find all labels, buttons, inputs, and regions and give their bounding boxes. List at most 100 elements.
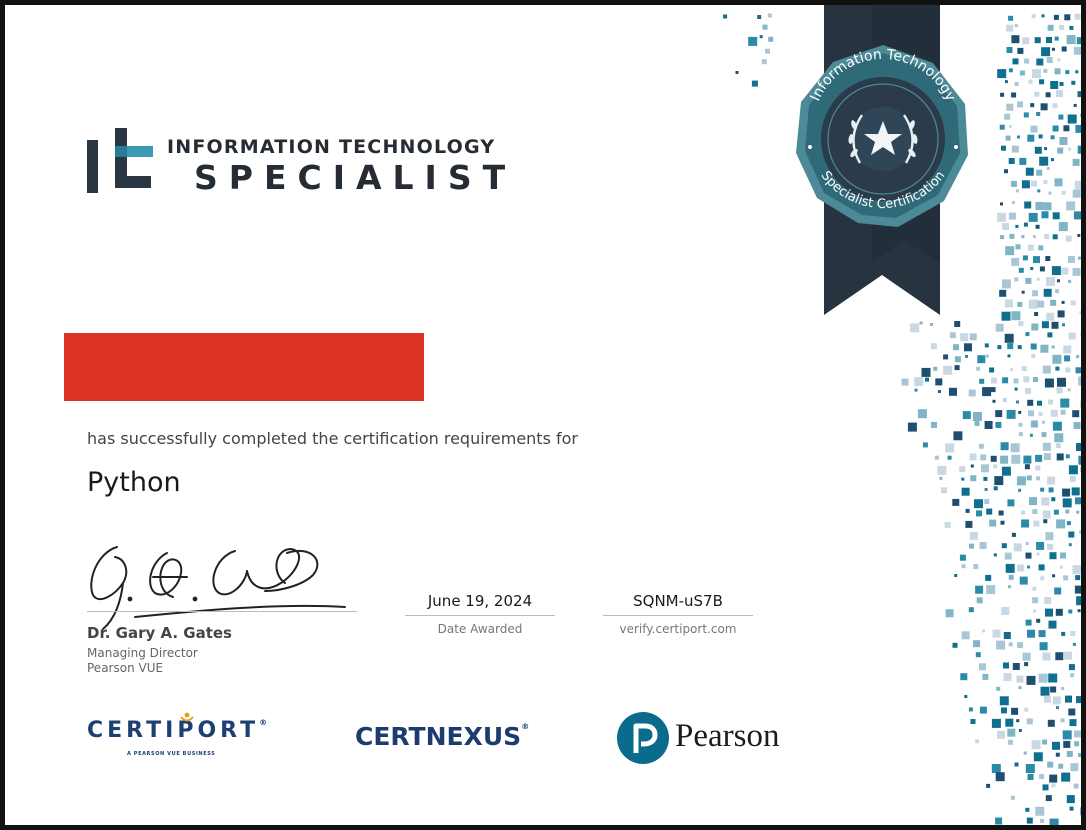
pattern-square: [925, 377, 929, 382]
pattern-square: [1014, 762, 1019, 767]
pattern-square: [1014, 277, 1019, 282]
pattern-square: [1069, 475, 1076, 482]
pattern-square: [1023, 112, 1029, 118]
pattern-square: [1046, 312, 1055, 321]
pattern-square: [1077, 145, 1081, 154]
pattern-square: [1052, 354, 1062, 364]
pattern-square: [1059, 24, 1065, 30]
pattern-square: [1015, 189, 1019, 193]
signature-line: [87, 611, 357, 612]
pattern-square: [1079, 311, 1081, 315]
pattern-square: [1043, 453, 1051, 461]
pattern-square: [1062, 730, 1072, 740]
pattern-square: [979, 663, 986, 671]
pattern-square: [1076, 355, 1080, 359]
pattern-square: [1037, 400, 1042, 406]
pattern-square: [1040, 576, 1045, 581]
pattern-square: [1040, 487, 1045, 492]
pattern-square: [1056, 453, 1064, 461]
pattern-square: [1043, 180, 1048, 184]
pattern-square: [1061, 300, 1065, 304]
pattern-square: [1049, 774, 1058, 783]
signer-organization: Pearson VUE: [87, 661, 164, 675]
pattern-square: [1016, 719, 1020, 723]
pattern-square: [1048, 620, 1057, 629]
pattern-square: [1004, 333, 1014, 343]
pattern-square: [975, 652, 981, 658]
pattern-square: [1041, 14, 1045, 18]
pattern-square: [1044, 695, 1051, 703]
pattern-square: [1017, 564, 1025, 572]
pattern-square: [1005, 718, 1014, 727]
pattern-square: [1000, 92, 1005, 97]
pattern-square: [1041, 321, 1049, 329]
pattern-square: [981, 464, 989, 473]
pattern-square: [995, 421, 1002, 428]
pattern-square: [1018, 267, 1024, 273]
pattern-square: [975, 739, 980, 744]
pattern-square: [1076, 510, 1080, 514]
pattern-square: [1008, 574, 1014, 580]
pattern-square: [1019, 157, 1027, 165]
pattern-square: [974, 420, 980, 426]
pattern-square: [1055, 752, 1060, 757]
pattern-square: [1021, 290, 1025, 294]
pattern-square: [930, 343, 937, 350]
pattern-square: [1066, 201, 1076, 211]
pattern-square: [1063, 125, 1070, 132]
pattern-square: [767, 13, 772, 18]
pattern-square: [938, 390, 941, 393]
pattern-square: [1052, 421, 1062, 431]
pattern-square: [1007, 728, 1016, 737]
pattern-square: [989, 519, 997, 527]
pattern-square: [1018, 686, 1022, 690]
pattern-square: [997, 212, 1007, 222]
pattern-square: [1039, 79, 1045, 85]
pattern-square: [1062, 498, 1072, 508]
pattern-square: [947, 455, 952, 460]
pattern-square: [949, 387, 957, 396]
pattern-square: [1029, 433, 1033, 437]
pattern-square: [1025, 807, 1030, 812]
pattern-square: [1043, 68, 1048, 73]
pattern-square: [1005, 246, 1015, 256]
pattern-square: [1069, 806, 1074, 811]
pattern-square: [1057, 310, 1065, 318]
pattern-square: [986, 508, 993, 515]
pattern-square: [961, 631, 970, 640]
pattern-square: [723, 14, 728, 19]
pattern-square: [1069, 25, 1074, 30]
pattern-square: [1056, 90, 1063, 98]
pattern-square: [1073, 211, 1081, 220]
pattern-square: [1018, 321, 1024, 327]
pattern-square: [1012, 58, 1019, 65]
date-awarded-caption: Date Awarded: [437, 622, 523, 636]
pattern-square: [1052, 696, 1061, 705]
pattern-square: [984, 421, 993, 429]
pattern-square: [1025, 332, 1030, 337]
pattern-square: [1017, 101, 1023, 108]
pattern-square: [1028, 410, 1034, 417]
pattern-square: [984, 499, 990, 504]
pattern-square: [1021, 519, 1030, 528]
pattern-square: [970, 719, 976, 724]
pattern-square: [1001, 466, 1011, 476]
pattern-square: [999, 124, 1005, 130]
pattern-square: [1082, 192, 1086, 201]
pattern-square: [1041, 47, 1051, 57]
pearson-logo: Pearson: [617, 710, 827, 766]
pattern-square: [1008, 642, 1013, 647]
pattern-square: [1045, 795, 1052, 802]
pattern-square: [1021, 366, 1027, 372]
pattern-square: [1068, 531, 1075, 538]
pattern-square: [1080, 80, 1081, 87]
pattern-square: [1064, 14, 1071, 21]
pattern-square: [1068, 279, 1072, 283]
pattern-square: [1032, 586, 1037, 591]
pattern-square: [1078, 376, 1081, 386]
pattern-square: [1027, 629, 1035, 638]
pattern-square: [997, 730, 1005, 739]
pattern-square: [1011, 257, 1020, 266]
pattern-square: [757, 15, 762, 19]
pattern-square: [998, 510, 1004, 516]
